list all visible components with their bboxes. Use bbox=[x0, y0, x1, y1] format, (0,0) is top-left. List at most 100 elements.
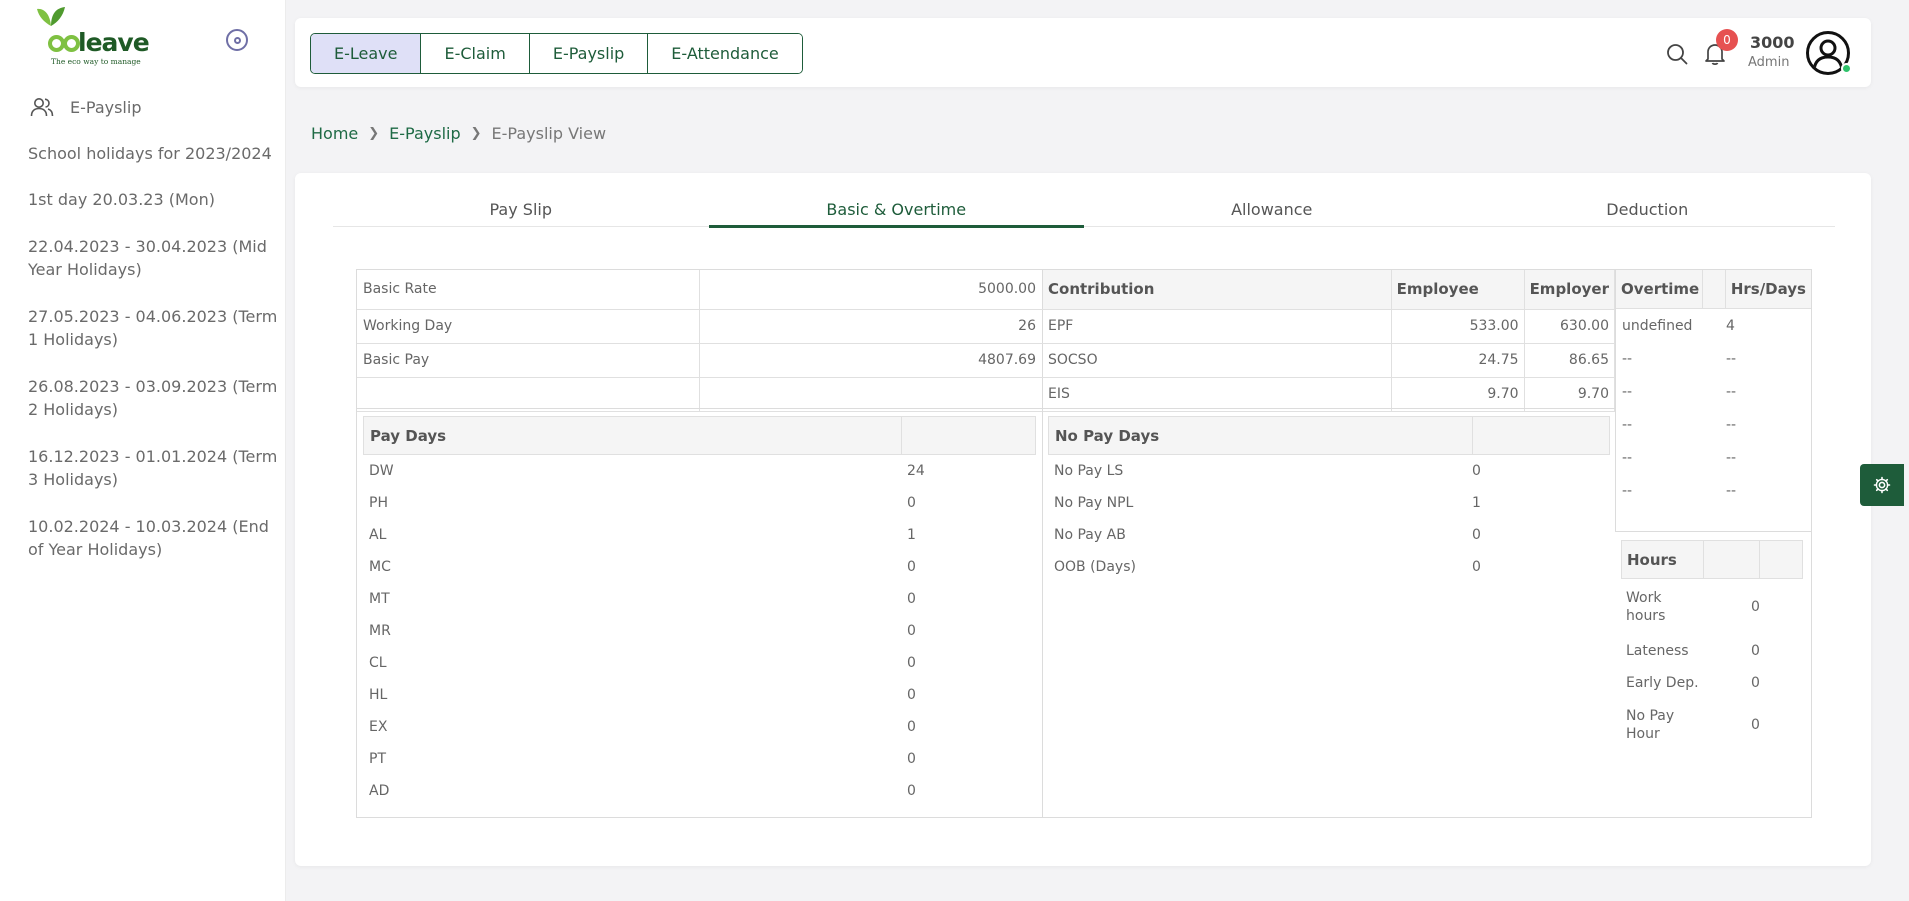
employer-amount: 86.65 bbox=[1524, 343, 1616, 378]
pay-day-code: EX bbox=[369, 719, 388, 735]
pay-day-code: PT bbox=[369, 751, 386, 767]
overtime-name: -- bbox=[1622, 383, 1633, 400]
pay-day-value: 24 bbox=[907, 463, 925, 479]
breadcrumb-e-payslip[interactable]: E-Payslip bbox=[389, 124, 460, 143]
holiday-list: School holidays for 2023/2024 1st day 20… bbox=[28, 142, 278, 585]
basic-label: Basic Rate bbox=[357, 270, 700, 310]
table-row: MR 0 bbox=[363, 615, 1036, 647]
pay-day-value: 0 bbox=[907, 687, 916, 703]
hours-value: 0 bbox=[1751, 717, 1760, 733]
table-row: SOCSO 24.75 86.65 bbox=[1042, 343, 1616, 378]
table-row: PT 0 bbox=[363, 743, 1036, 775]
table-header-row: No Pay Days bbox=[1048, 416, 1610, 455]
column-header: Pay Days bbox=[364, 417, 902, 454]
pay-days-table: Pay Days DW 24 PH 0 AL 1 MC 0 MT 0 MR 0 CL 0 HL… bbox=[363, 416, 1036, 807]
table-row: HL 0 bbox=[363, 679, 1036, 711]
basic-label: Basic Pay bbox=[357, 343, 700, 378]
hours-table: Hours Work hours 0 Lateness 0 Early Dep. 0 … bbox=[1621, 540, 1803, 751]
table-row: DW 24 bbox=[363, 455, 1036, 487]
column-header: Hrs/Days bbox=[1730, 280, 1806, 298]
no-pay-value: 0 bbox=[1472, 559, 1481, 575]
table-row: -- -- bbox=[1616, 375, 1811, 408]
table-row: Early Dep. 0 bbox=[1621, 667, 1803, 699]
divider bbox=[1042, 408, 1043, 818]
column-header bbox=[1704, 541, 1760, 578]
user-role: Admin bbox=[1748, 55, 1790, 70]
breadcrumb-home[interactable]: Home bbox=[311, 124, 358, 143]
contribution-name: EPF bbox=[1042, 309, 1392, 344]
tab-e-claim[interactable]: E-Claim bbox=[421, 34, 530, 73]
table-row: AD 0 bbox=[363, 775, 1036, 807]
notification-badge: 0 bbox=[1716, 29, 1738, 51]
settings-button[interactable] bbox=[1860, 464, 1904, 506]
overtime-name: -- bbox=[1622, 449, 1633, 466]
pay-day-value: 0 bbox=[907, 751, 916, 767]
table-row: -- -- bbox=[1616, 408, 1811, 441]
holiday-item: 1st day 20.03.23 (Mon) bbox=[28, 190, 215, 209]
holiday-item: School holidays for 2023/2024 bbox=[28, 144, 272, 163]
sidebar-item-e-payslip[interactable]: E-Payslip bbox=[30, 96, 141, 118]
column-header: Employer bbox=[1524, 270, 1616, 310]
tab-e-leave[interactable]: E-Leave bbox=[311, 34, 422, 73]
table-row: AL 1 bbox=[363, 519, 1036, 551]
chevron-right-icon: ❯ bbox=[368, 126, 380, 141]
search-icon[interactable] bbox=[1666, 43, 1688, 65]
table-row: PH 0 bbox=[363, 487, 1036, 519]
overtime-name: undefined bbox=[1622, 317, 1693, 334]
table-row: undefined 4 bbox=[1616, 309, 1811, 342]
basic-table: Basic Rate 5000.00 Working Day 26 Basic … bbox=[357, 270, 1042, 412]
table-row: No Pay AB 0 bbox=[1048, 519, 1610, 551]
target-icon bbox=[233, 36, 241, 44]
tab-basic-overtime[interactable]: Basic & Overtime bbox=[708, 197, 1085, 228]
table-row: Lateness 0 bbox=[1621, 635, 1803, 667]
table-row: EX 0 bbox=[363, 711, 1036, 743]
holiday-item: 22.04.2023 - 30.04.2023 (Mid Year Holida… bbox=[28, 237, 267, 279]
no-pay-days-table: No Pay Days No Pay LS 0 No Pay NPL 1 No Pa… bbox=[1048, 416, 1610, 583]
table-row: No Pay Hour 0 bbox=[1621, 699, 1803, 751]
table-header-row: Contribution Employee Employer bbox=[1042, 270, 1616, 310]
tab-pay-slip[interactable]: Pay Slip bbox=[333, 197, 709, 226]
pay-day-code: DW bbox=[369, 463, 394, 479]
divider bbox=[357, 408, 1615, 409]
basic-label: Working Day bbox=[357, 309, 700, 344]
tab-e-attendance[interactable]: E-Attendance bbox=[648, 34, 802, 73]
no-pay-code: No Pay LS bbox=[1054, 463, 1124, 479]
tab-e-payslip[interactable]: E-Payslip bbox=[529, 34, 649, 73]
no-pay-code: No Pay NPL bbox=[1054, 495, 1134, 511]
table-row: MT 0 bbox=[363, 583, 1036, 615]
hours-name: Early Dep. bbox=[1626, 675, 1699, 691]
no-pay-code: OOB (Days) bbox=[1054, 559, 1136, 575]
contribution-table: Contribution Employee Employer EPF 533.0… bbox=[1042, 270, 1616, 412]
table-row: No Pay NPL 1 bbox=[1048, 487, 1610, 519]
column-header: Overtime bbox=[1616, 270, 1703, 308]
column-header bbox=[1703, 270, 1726, 308]
table-row: Basic Rate 5000.00 bbox=[357, 270, 1042, 310]
tab-deduction[interactable]: Deduction bbox=[1460, 197, 1836, 226]
contribution-name: EIS bbox=[1042, 377, 1392, 412]
table-row: Basic Pay 4807.69 bbox=[357, 343, 1042, 378]
pay-day-code: PH bbox=[369, 495, 388, 511]
leaf-icon bbox=[37, 7, 65, 26]
pay-day-code: MR bbox=[369, 623, 391, 639]
pay-day-code: CL bbox=[369, 655, 387, 671]
sidebar-toggle-button[interactable] bbox=[226, 29, 248, 51]
no-pay-value: 0 bbox=[1472, 527, 1481, 543]
pay-day-value: 0 bbox=[907, 591, 916, 607]
pay-day-code: AL bbox=[369, 527, 387, 543]
table-header-row: Pay Days bbox=[363, 416, 1036, 455]
holiday-item: 27.05.2023 - 04.06.2023 (Term 1 Holidays… bbox=[28, 307, 278, 349]
pay-day-value: 1 bbox=[907, 527, 916, 543]
pay-day-code: MT bbox=[369, 591, 390, 607]
hours-name: No Pay Hour bbox=[1626, 708, 1675, 742]
pay-day-code: AD bbox=[369, 783, 390, 799]
table-row: No Pay LS 0 bbox=[1048, 455, 1610, 487]
column-header: Contribution bbox=[1042, 270, 1392, 310]
ecoleave-logo[interactable]: leave The eco way to manage bbox=[30, 6, 150, 66]
tab-allowance[interactable]: Allowance bbox=[1084, 197, 1460, 226]
table-row: CL 0 bbox=[363, 647, 1036, 679]
holiday-item: 26.08.2023 - 03.09.2023 (Term 2 Holidays… bbox=[28, 377, 278, 419]
holiday-item: 10.02.2024 - 10.03.2024 (End of Year Hol… bbox=[28, 517, 269, 559]
table-row: Work hours 0 bbox=[1621, 579, 1803, 635]
user-name: 3000 bbox=[1750, 33, 1795, 52]
table-header-row: Overtime Hrs/Days bbox=[1616, 270, 1811, 309]
